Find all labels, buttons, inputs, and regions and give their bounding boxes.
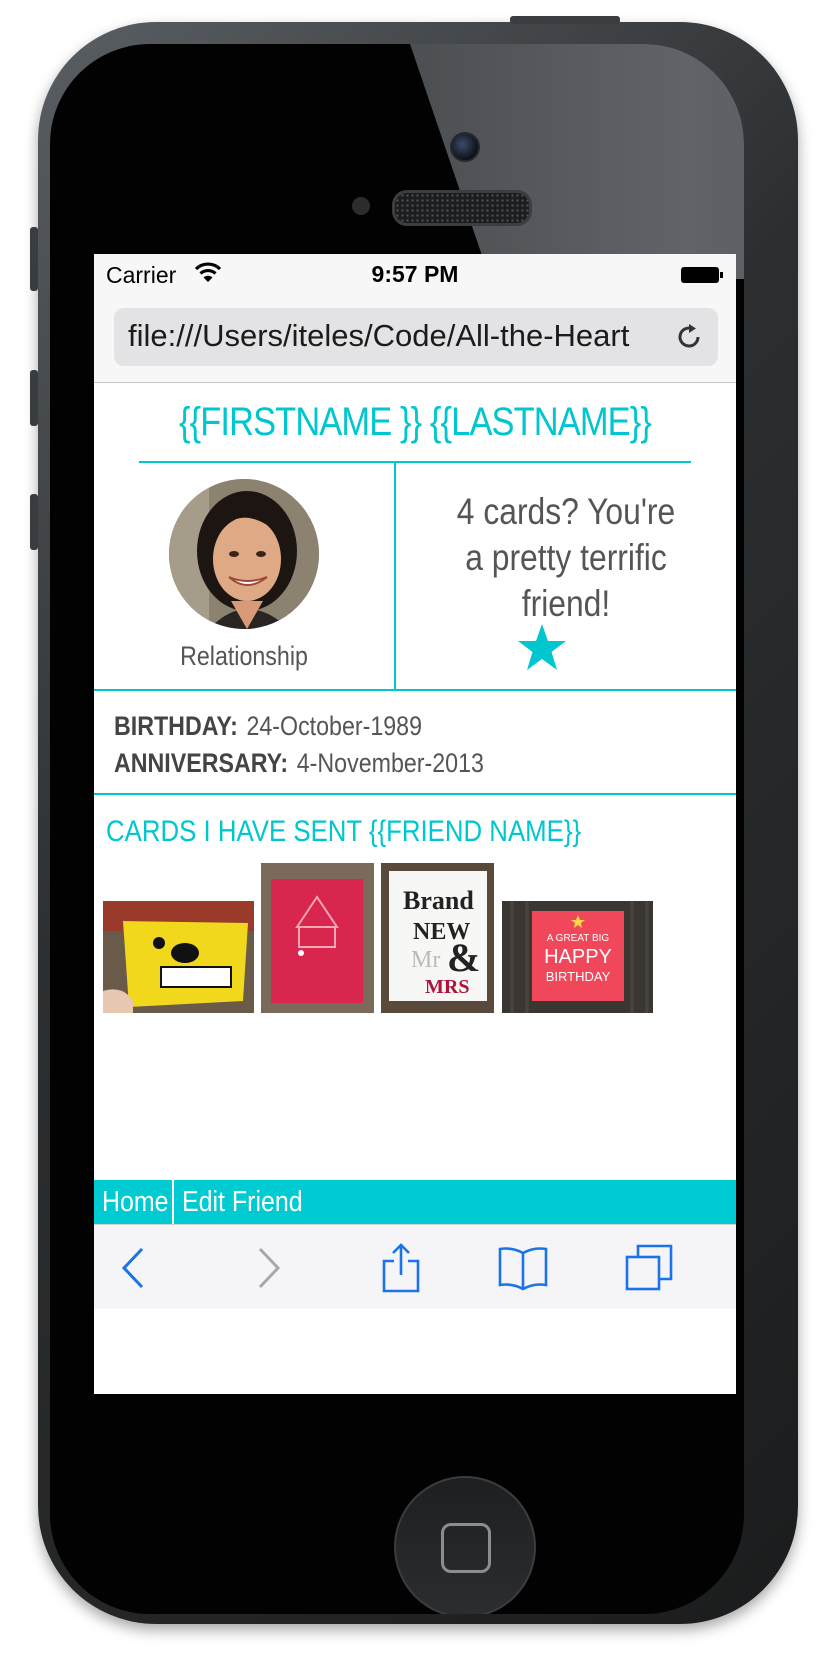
- proximity-sensor: [352, 197, 370, 215]
- volume-down-button: [30, 494, 38, 550]
- brand-new-mr-mrs-card-image: Brand NEW Mr & MRS: [381, 863, 494, 1013]
- front-camera: [450, 132, 480, 162]
- home-square-icon: [441, 1523, 491, 1573]
- profile-photo-panel: Relationship: [94, 463, 396, 689]
- brand-new-mr-mrs-card[interactable]: Brand NEW Mr & MRS: [381, 863, 494, 1013]
- url-text[interactable]: file:///Users/iteles/Code/All-the-Heart: [128, 318, 658, 354]
- battery-icon: [681, 267, 723, 283]
- nav-home-label: Home: [102, 1186, 169, 1218]
- card-text-brand: Brand: [403, 886, 474, 915]
- friendship-badge-panel: 4 cards? You're a pretty terrific friend…: [396, 463, 736, 689]
- dates-section: BIRTHDAY: 24-October-1989 ANNIVERSARY: 4-N…: [94, 691, 736, 795]
- phone-screen: Carrier 9:57 PM file:///Users/iteles/Cod…: [94, 254, 736, 1394]
- mute-switch: [30, 227, 38, 291]
- friend-name-header: {{FIRSTNAME }} {{LASTNAME}}: [138, 383, 692, 463]
- birthday-line: BIRTHDAY: 24-October-1989: [114, 711, 649, 748]
- star-icon: [518, 624, 566, 670]
- birthday-label: BIRTHDAY:: [114, 711, 238, 741]
- card-text-ampersand: &: [447, 935, 480, 980]
- card-text-mr: Mr: [411, 947, 440, 973]
- tabs-icon[interactable]: [624, 1243, 674, 1293]
- red-card[interactable]: [261, 863, 374, 1013]
- card-text-great-big: A GREAT BIG: [547, 933, 610, 944]
- anniversary-value: 4-November-2013: [296, 748, 484, 778]
- relationship-label: Relationship: [180, 641, 308, 671]
- anniversary-line: ANNIVERSARY: 4-November-2013: [114, 748, 649, 785]
- profile-row: Relationship 4 cards? You're a pretty te…: [94, 463, 736, 691]
- anniversary-label: ANNIVERSARY:: [114, 748, 289, 778]
- address-bar[interactable]: file:///Users/iteles/Code/All-the-Heart: [114, 308, 718, 366]
- happy-birthday-card-image: A GREAT BIG HAPPY BIRTHDAY: [502, 901, 653, 1013]
- card-text-happy: HAPPY: [544, 946, 612, 968]
- friendship-badge-text: 4 cards? You're a pretty terrific friend…: [456, 491, 676, 624]
- status-time: 9:57 PM: [371, 261, 459, 287]
- forward-icon[interactable]: [242, 1243, 292, 1293]
- address-bar-area: file:///Users/iteles/Code/All-the-Heart: [94, 298, 736, 383]
- nav-home[interactable]: Home: [94, 1180, 174, 1224]
- status-bar: Carrier 9:57 PM: [94, 254, 736, 298]
- cards-section-title: CARDS I HAVE SENT {{FRIEND NAME}}: [106, 815, 582, 848]
- web-nav-bar: Home Edit Friend: [94, 1180, 736, 1224]
- happy-birthday-card[interactable]: A GREAT BIG HAPPY BIRTHDAY: [502, 901, 653, 1013]
- cards-gallery: Brand NEW Mr & MRS A GREAT BIG HAPPY BIR…: [94, 859, 736, 1019]
- back-icon[interactable]: [110, 1243, 160, 1293]
- home-button[interactable]: [394, 1476, 536, 1614]
- yellow-monster-card-image: [103, 901, 254, 1013]
- volume-up-button: [30, 370, 38, 426]
- glass-glare: [410, 44, 744, 279]
- yellow-monster-card[interactable]: [103, 901, 254, 1013]
- avatar: [169, 479, 319, 629]
- reload-icon[interactable]: [674, 322, 704, 352]
- share-icon[interactable]: [376, 1243, 426, 1293]
- avatar-photo: [169, 479, 319, 629]
- nav-edit-friend-label: Edit Friend: [182, 1186, 303, 1218]
- bookmarks-icon[interactable]: [498, 1243, 548, 1293]
- card-text-mrs: MRS: [425, 976, 469, 998]
- red-card-image: [261, 863, 374, 1013]
- earpiece-speaker: [392, 190, 532, 226]
- nav-edit-friend[interactable]: Edit Friend: [174, 1180, 322, 1224]
- sleep-button: [510, 16, 620, 24]
- birthday-value: 24-October-1989: [246, 711, 423, 741]
- browser-toolbar: [94, 1224, 736, 1309]
- card-text-birthday: BIRTHDAY: [546, 969, 611, 984]
